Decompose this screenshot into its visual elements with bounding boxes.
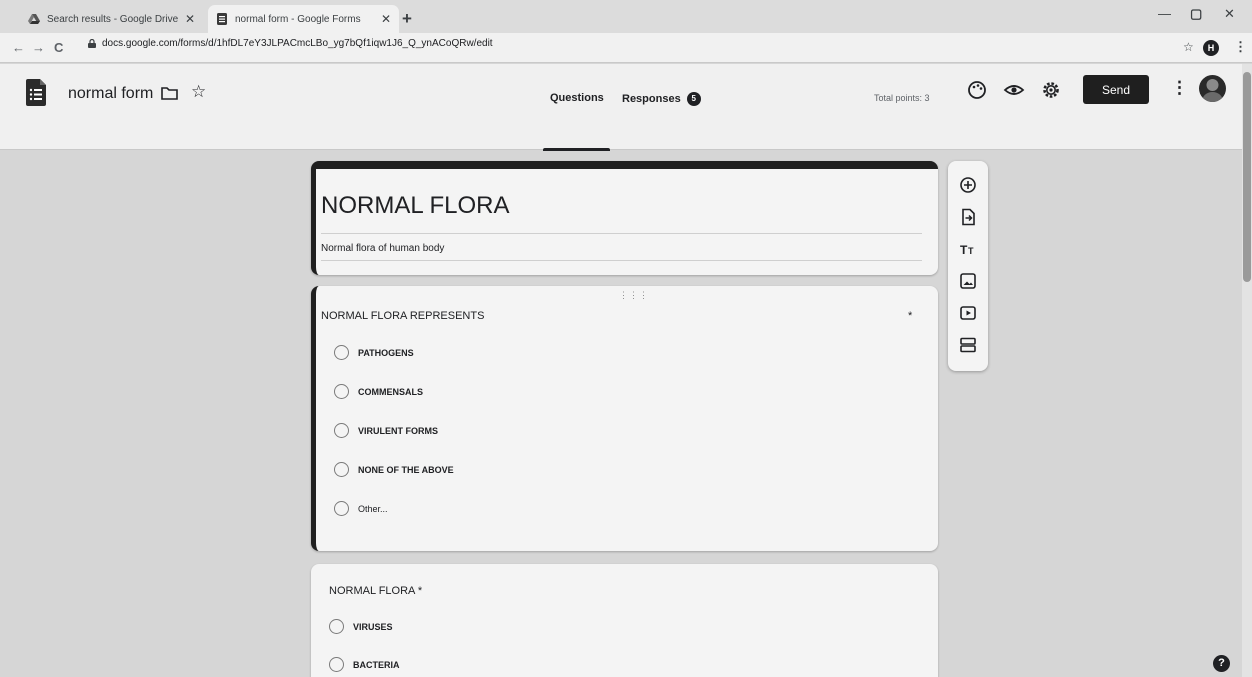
option-label: VIRULENT FORMS: [358, 425, 438, 436]
preview-eye-icon[interactable]: [1003, 79, 1025, 101]
minimize-icon[interactable]: —: [1158, 6, 1171, 21]
radio-button[interactable]: [334, 501, 349, 516]
reload-icon[interactable]: C: [54, 40, 63, 55]
option-item[interactable]: VIRULENT FORMS: [334, 423, 438, 438]
svg-text:T: T: [968, 246, 974, 256]
total-points: Total points: 3: [874, 93, 930, 103]
tab-responses-label: Responses: [622, 93, 681, 105]
star-icon[interactable]: ☆: [191, 83, 206, 100]
radio-button[interactable]: [334, 423, 349, 438]
option-item[interactable]: BACTERIA: [329, 657, 400, 672]
google-drive-icon: [28, 14, 40, 24]
profile-avatar[interactable]: H: [1203, 40, 1219, 56]
question-title[interactable]: NORMAL FLORA *: [329, 585, 422, 597]
form-description[interactable]: Normal flora of human body: [321, 243, 444, 254]
more-options-icon[interactable]: ⋮: [1171, 78, 1188, 98]
active-tab-indicator: [543, 148, 610, 151]
forms-header: normal form ☆ Send ⋮: [0, 64, 1252, 150]
close-tab-icon[interactable]: ✕: [185, 12, 195, 26]
address-bar: ← → C docs.google.com/forms/d/1hfDL7eY3J…: [0, 33, 1252, 63]
question-title[interactable]: NORMAL FLORA REPRESENTS: [321, 310, 484, 322]
option-item[interactable]: NONE OF THE ABOVE: [334, 462, 454, 477]
scrollbar-thumb[interactable]: [1243, 72, 1251, 282]
settings-gear-icon[interactable]: [1040, 79, 1062, 101]
close-tab-icon[interactable]: ✕: [381, 12, 391, 26]
document-title[interactable]: normal form: [68, 85, 153, 103]
palette-icon[interactable]: [966, 79, 988, 101]
radio-button[interactable]: [334, 462, 349, 477]
option-item[interactable]: PATHOGENS: [334, 345, 414, 360]
option-label: Other...: [358, 503, 388, 514]
tab-responses[interactable]: Responses 5: [622, 92, 701, 106]
browser-tab-drive[interactable]: Search results - Google Drive ✕: [20, 5, 203, 33]
tab-questions[interactable]: Questions: [550, 92, 604, 104]
option-label: COMMENSALS: [358, 386, 423, 397]
lock-icon: [88, 39, 96, 48]
url-text: docs.google.com/forms/d/1hfDL7eY3JLPACmc…: [102, 38, 493, 49]
option-item-other[interactable]: Other...: [334, 501, 388, 516]
svg-text:T: T: [960, 243, 968, 257]
add-title-icon[interactable]: TT: [957, 238, 979, 260]
forms-logo-icon[interactable]: [26, 79, 46, 106]
window-close-icon[interactable]: ✕: [1224, 6, 1235, 22]
drag-handle-icon[interactable]: ⋮⋮⋮: [619, 290, 649, 301]
import-questions-icon[interactable]: [957, 206, 979, 228]
option-label: VIRUSES: [353, 621, 393, 632]
folder-icon[interactable]: [161, 86, 178, 100]
option-label: PATHOGENS: [358, 347, 414, 358]
option-item[interactable]: VIRUSES: [329, 619, 393, 634]
browser-menu-icon[interactable]: ⋮: [1234, 39, 1247, 55]
option-label: NONE OF THE ABOVE: [358, 464, 454, 475]
new-tab-button[interactable]: +: [402, 9, 412, 29]
browser-tabstrip: Search results - Google Drive ✕ normal f…: [0, 0, 1252, 33]
title-underline: [321, 233, 922, 234]
add-section-icon[interactable]: [957, 334, 979, 356]
google-forms-icon: [217, 13, 227, 25]
browser-tab-forms[interactable]: normal form - Google Forms ✕: [208, 5, 399, 33]
question-toolbar: TT: [948, 161, 988, 371]
question-card[interactable]: ⋮⋮⋮ NORMAL FLORA REPRESENTS * PATHOGENS …: [311, 286, 938, 551]
radio-button[interactable]: [329, 657, 344, 672]
back-icon[interactable]: ←: [12, 40, 25, 55]
account-avatar-image: [1202, 79, 1223, 102]
radio-button[interactable]: [334, 345, 349, 360]
radio-button[interactable]: [329, 619, 344, 634]
add-question-icon[interactable]: [957, 174, 979, 196]
browser-tab-title: normal form - Google Forms: [235, 13, 361, 25]
description-underline: [321, 260, 922, 261]
url-field[interactable]: docs.google.com/forms/d/1hfDL7eY3JLPACmc…: [88, 38, 493, 49]
responses-count-badge: 5: [686, 92, 701, 106]
option-label: BACTERIA: [353, 659, 400, 670]
add-video-icon[interactable]: [957, 302, 979, 324]
required-asterisk: *: [908, 310, 913, 322]
help-icon[interactable]: ?: [1213, 655, 1230, 672]
maximize-icon[interactable]: ▢: [1190, 6, 1202, 22]
form-title-card[interactable]: NORMAL FLORA Normal flora of human body: [311, 161, 938, 275]
option-item[interactable]: COMMENSALS: [334, 384, 423, 399]
question-card[interactable]: NORMAL FLORA * VIRUSES BACTERIA: [311, 564, 938, 677]
forward-icon[interactable]: →: [32, 40, 45, 55]
bookmark-star-icon[interactable]: ☆: [1183, 40, 1194, 54]
add-image-icon[interactable]: [957, 270, 979, 292]
browser-tab-title: Search results - Google Drive: [47, 13, 179, 25]
form-title[interactable]: NORMAL FLORA: [321, 192, 509, 220]
send-button[interactable]: Send: [1083, 75, 1149, 104]
radio-button[interactable]: [334, 384, 349, 399]
account-avatar[interactable]: [1199, 75, 1226, 102]
